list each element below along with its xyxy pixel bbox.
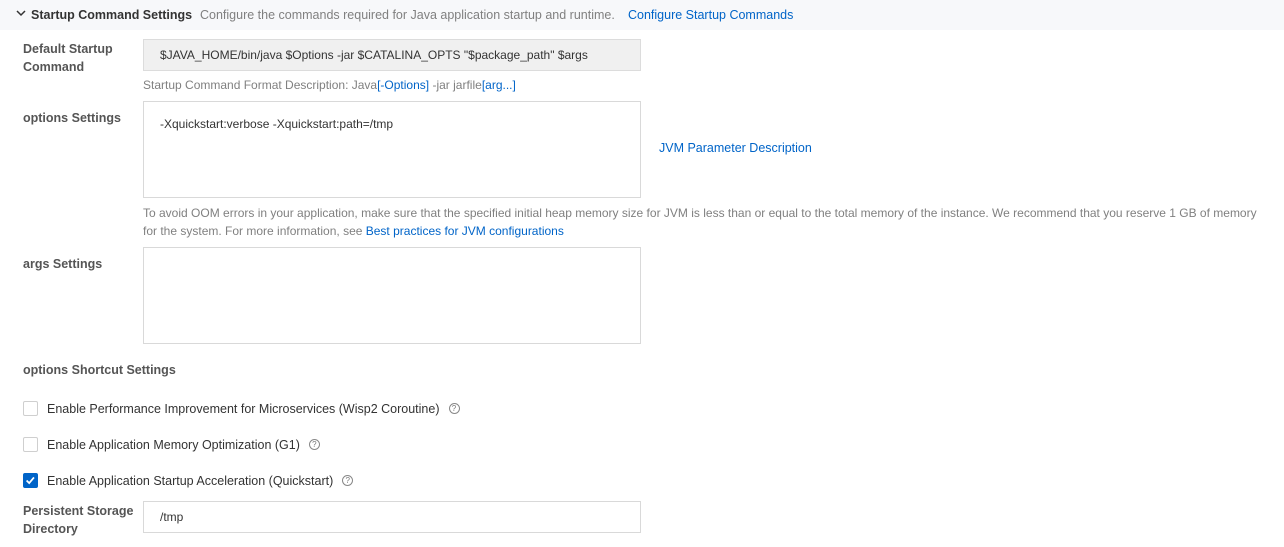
format-options-link[interactable]: [-Options] [377, 78, 429, 92]
oom-note-line1: To avoid OOM errors in your application,… [143, 206, 1257, 220]
default-startup-command-label: Default Startup Command [23, 40, 113, 76]
quickstart-option[interactable]: Enable Application Startup Acceleration … [47, 474, 354, 488]
wisp2-coroutine-checkbox[interactable] [23, 401, 38, 416]
options-shortcut-settings-label: options Shortcut Settings [23, 363, 176, 377]
label-line: Default Startup [23, 42, 113, 56]
question-circle-icon[interactable]: ? [342, 475, 354, 487]
g1-memory-optimization-checkbox[interactable] [23, 437, 38, 452]
chevron-down-icon[interactable] [16, 9, 26, 17]
jvm-best-practices-link[interactable]: Best practices for JVM configurations [366, 224, 564, 238]
oom-note-text: for the system. For more information, se… [143, 224, 366, 238]
section-header: Startup Command Settings Configure the c… [0, 0, 1284, 30]
format-middle: -jar jarfile [429, 78, 482, 92]
persistent-storage-directory-value: /tmp [160, 510, 184, 524]
options-settings-value: -Xquickstart:verbose -Xquickstart:path=/… [160, 117, 394, 131]
label-line: Command [23, 60, 85, 74]
persistent-storage-directory-label: Persistent Storage Directory [23, 502, 133, 538]
g1-memory-optimization-label: Enable Application Memory Optimization (… [47, 438, 300, 452]
section-description: Configure the commands required for Java… [200, 8, 615, 22]
section-title[interactable]: Startup Command Settings [31, 8, 192, 22]
label-line: Directory [23, 522, 78, 536]
format-args-link[interactable]: [arg...] [482, 78, 516, 92]
startup-command-format-description: Startup Command Format Description: Java… [143, 76, 516, 94]
options-settings-textarea[interactable]: -Xquickstart:verbose -Xquickstart:path=/… [143, 101, 641, 198]
check-icon [25, 476, 35, 485]
args-settings-textarea[interactable] [143, 247, 641, 344]
persistent-storage-directory-input[interactable]: /tmp [143, 501, 641, 533]
quickstart-label: Enable Application Startup Acceleration … [47, 474, 334, 488]
wisp2-coroutine-label: Enable Performance Improvement for Micro… [47, 402, 440, 416]
jvm-parameter-description-link[interactable]: JVM Parameter Description [659, 141, 812, 155]
wisp2-coroutine-option[interactable]: Enable Performance Improvement for Micro… [47, 402, 460, 416]
configure-startup-commands-link[interactable]: Configure Startup Commands [628, 8, 793, 22]
args-settings-label: args Settings [23, 257, 103, 271]
question-circle-icon[interactable]: ? [308, 439, 320, 451]
oom-note: To avoid OOM errors in your application,… [143, 204, 1273, 240]
label-line: Persistent Storage [23, 504, 134, 518]
quickstart-checkbox[interactable] [23, 473, 38, 488]
default-startup-command-value: $JAVA_HOME/bin/java $Options -jar $CATAL… [160, 48, 588, 62]
default-startup-command-field: $JAVA_HOME/bin/java $Options -jar $CATAL… [143, 39, 641, 71]
options-settings-label: options Settings [23, 111, 121, 125]
question-circle-icon[interactable]: ? [448, 403, 460, 415]
g1-memory-optimization-option[interactable]: Enable Application Memory Optimization (… [47, 438, 320, 452]
oom-note-line2: for the system. For more information, se… [143, 222, 1273, 240]
format-prefix: Startup Command Format Description: Java [143, 78, 378, 92]
